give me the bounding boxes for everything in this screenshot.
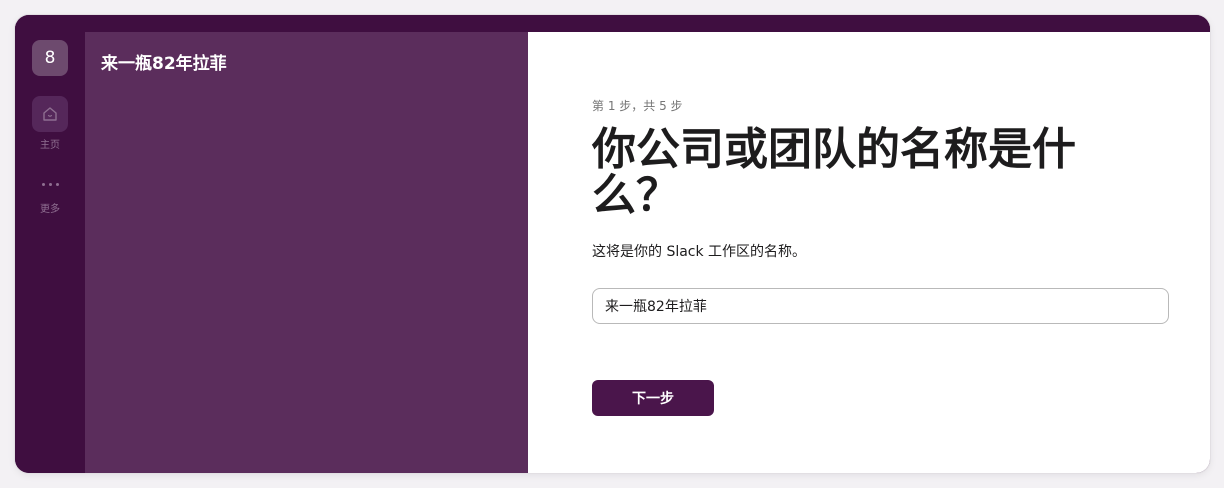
workspace-rail: 8 主页 更多	[15, 32, 85, 473]
sidebar: 来一瓶82年拉菲	[85, 32, 528, 473]
workspace-name-input[interactable]	[592, 288, 1169, 324]
rail-more-button[interactable]: 更多	[15, 178, 85, 215]
page-description: 这将是你的 Slack 工作区的名称。	[592, 244, 807, 260]
step-indicator: 第 1 步，共 5 步	[592, 99, 683, 113]
workspace-avatar[interactable]: 8	[32, 40, 68, 76]
rail-home-button[interactable]: 主页	[15, 96, 85, 151]
rail-more-label: 更多	[40, 204, 60, 215]
more-dots-icon	[41, 178, 59, 190]
setup-main-panel: 第 1 步，共 5 步 你公司或团队的名称是什么？ 这将是你的 Slack 工作…	[528, 32, 1210, 473]
home-icon	[32, 96, 68, 132]
app-window: 8 主页 更多 来一瓶82年拉菲 第 1 步，共 5 步 你公司或团队的名称是什…	[15, 15, 1210, 473]
title-bar	[15, 15, 1210, 32]
page-title: 你公司或团队的名称是什么？	[592, 124, 1076, 221]
rail-home-label: 主页	[40, 140, 60, 151]
workspace-name[interactable]: 来一瓶82年拉菲	[101, 49, 227, 74]
next-step-button[interactable]: 下一步	[592, 380, 714, 416]
